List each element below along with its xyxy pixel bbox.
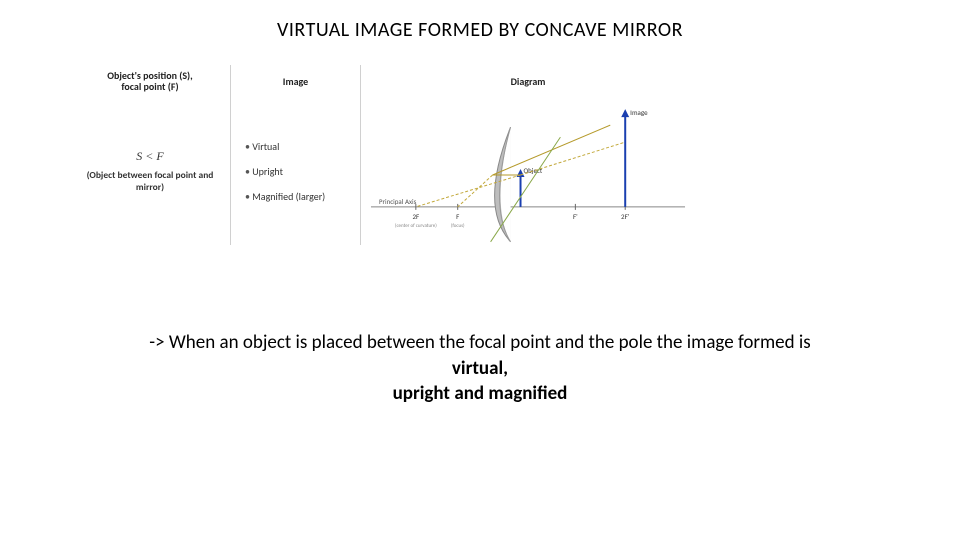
- page-title: VIRTUAL IMAGE FORMED BY CONCAVE MIRROR: [0, 18, 960, 42]
- condition-math: S < F: [136, 149, 163, 164]
- ray-diagram: Principal Axis 2F (center of curvature) …: [361, 97, 695, 245]
- label-Fprime: F': [573, 212, 578, 221]
- bullet-magnified: Magnified (larger): [245, 190, 350, 203]
- explanation-line2: virtual,: [0, 356, 960, 382]
- properties-table: Object's position (S), focal point (F) S…: [70, 65, 695, 245]
- bullet-virtual: Virtual: [245, 140, 350, 153]
- explanation-line1: -> When an object is placed between the …: [0, 330, 960, 356]
- cell-condition: S < F (Object between focal point and mi…: [70, 97, 230, 245]
- column-diagram: Diagram Principal Axis 2F (center of cur…: [360, 65, 695, 245]
- label-principal-axis: Principal Axis: [379, 197, 417, 206]
- explanation-block: -> When an object is placed between the …: [0, 330, 960, 407]
- header-position-line2: focal point (F): [121, 80, 178, 93]
- cell-bullets: Virtual Upright Magnified (larger): [231, 97, 360, 245]
- label-2Fprime: 2F': [621, 212, 630, 221]
- label-2F-sub: (center of curvature): [395, 222, 437, 229]
- label-2F: 2F: [412, 212, 419, 221]
- header-position: Object's position (S), focal point (F): [70, 65, 230, 97]
- condition-text: (Object between focal point and mirror): [80, 170, 220, 193]
- column-position: Object's position (S), focal point (F) S…: [70, 65, 230, 245]
- header-diagram: Diagram: [361, 65, 695, 97]
- bullet-upright: Upright: [245, 165, 350, 178]
- column-image-props: Image Virtual Upright Magnified (larger): [230, 65, 360, 245]
- bullet-list: Virtual Upright Magnified (larger): [241, 103, 350, 239]
- label-F: F: [456, 212, 459, 221]
- explanation-line3: upright and magnified: [0, 381, 960, 407]
- label-image: Image: [630, 108, 648, 117]
- label-F-sub: (focus): [451, 222, 465, 229]
- header-image: Image: [231, 65, 360, 97]
- cell-diagram: Principal Axis 2F (center of curvature) …: [361, 97, 695, 245]
